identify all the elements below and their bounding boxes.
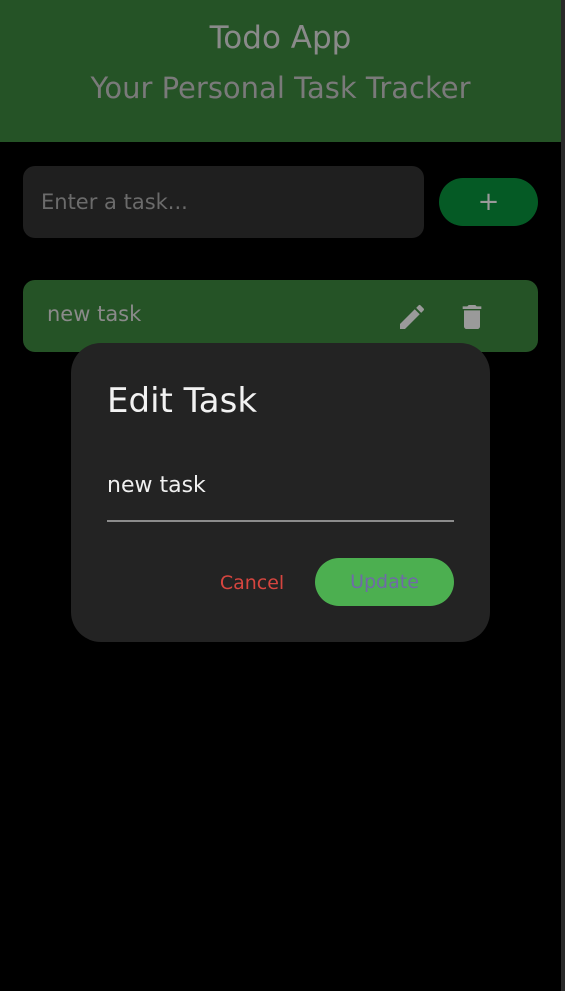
add-task-button[interactable]: + — [439, 178, 538, 226]
edit-task-field-value: new task — [107, 473, 206, 498]
app-title: Todo App — [209, 20, 352, 56]
app-header: Todo App Your Personal Task Tracker — [0, 0, 561, 142]
plus-icon: + — [477, 187, 500, 217]
task-item[interactable]: new task — [23, 280, 538, 352]
task-text: new task — [47, 302, 142, 326]
task-input[interactable]: Enter a task... — [23, 166, 424, 238]
edit-icon[interactable] — [396, 301, 428, 333]
delete-icon[interactable] — [456, 301, 488, 333]
app-subtitle: Your Personal Task Tracker — [90, 71, 471, 105]
cancel-button[interactable]: Cancel — [207, 568, 297, 598]
app-root: Todo App Your Personal Task Tracker Ente… — [0, 0, 565, 991]
edit-task-dialog: Edit Task new task Cancel Update — [71, 343, 490, 642]
dialog-title: Edit Task — [107, 381, 258, 421]
right-edge-divider — [561, 0, 565, 991]
update-button[interactable]: Update — [315, 558, 454, 606]
edit-task-field[interactable]: new task — [107, 453, 454, 522]
